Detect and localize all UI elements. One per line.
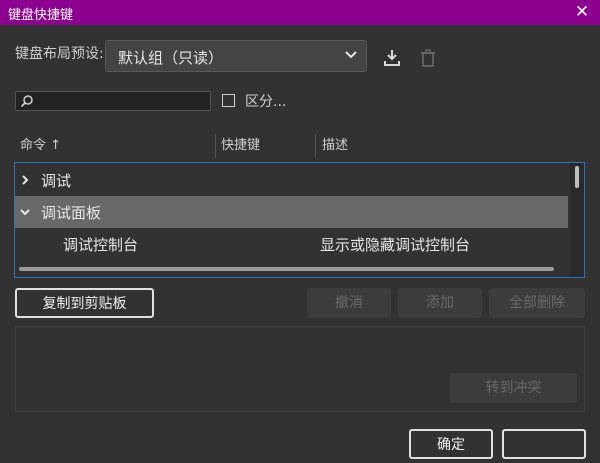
goto-conflict-button[interactable]: 转到冲突 (450, 373, 577, 403)
row-command: 调试面板 (41, 204, 102, 222)
trash-icon[interactable] (418, 48, 438, 68)
vertical-scroll-thumb[interactable] (575, 166, 579, 188)
table-row-selected[interactable]: 调试面板 (15, 196, 568, 228)
preset-dropdown[interactable]: 默认组（只读） (105, 40, 367, 72)
table-row[interactable]: 调试 (15, 164, 568, 196)
add-button[interactable]: 添加 (398, 288, 482, 318)
column-divider[interactable] (215, 134, 216, 158)
close-icon: ✕ (574, 2, 590, 22)
search-icon (20, 95, 33, 108)
close-button[interactable]: ✕ (572, 1, 592, 23)
search-input[interactable] (15, 91, 211, 111)
chevron-right-icon[interactable] (19, 174, 31, 186)
ok-button[interactable]: 确定 (409, 429, 493, 459)
chevron-down-icon[interactable] (19, 206, 31, 218)
column-header-command[interactable]: 命令 ↑ (20, 134, 61, 158)
row-command: 调试 (41, 172, 72, 190)
preset-label: 键盘布局预设: (15, 46, 104, 62)
vertical-scrollbar[interactable] (570, 163, 584, 277)
copy-to-clipboard-button[interactable]: 复制到剪贴板 (15, 288, 154, 318)
undo-button[interactable]: 撤消 (307, 288, 391, 318)
row-description: 显示或隐藏调试控制台 (320, 236, 471, 254)
cancel-button[interactable] (502, 429, 586, 459)
window-title: 键盘快捷键 (8, 8, 74, 23)
table-row[interactable]: 调试控制台 显示或隐藏调试控制台 (15, 228, 568, 260)
title-bar: 键盘快捷键 ✕ (0, 0, 600, 25)
chevron-down-icon (345, 51, 357, 59)
column-divider[interactable] (315, 134, 316, 158)
column-header-description[interactable]: 描述 (322, 134, 348, 158)
delete-all-button[interactable]: 全部删除 (489, 288, 585, 318)
row-command: 调试控制台 (63, 236, 139, 254)
case-sensitive-label: 区分... (245, 94, 287, 110)
preset-value: 默认组（只读） (118, 49, 224, 67)
case-sensitive-checkbox[interactable] (222, 94, 235, 107)
horizontal-scroll-thumb[interactable] (19, 267, 554, 271)
column-header-shortcut[interactable]: 快捷键 (221, 134, 260, 158)
command-table[interactable]: 调试 调试面板 调试控制台 显示或隐藏调试控制台 (14, 162, 585, 278)
download-icon[interactable] (382, 48, 402, 68)
